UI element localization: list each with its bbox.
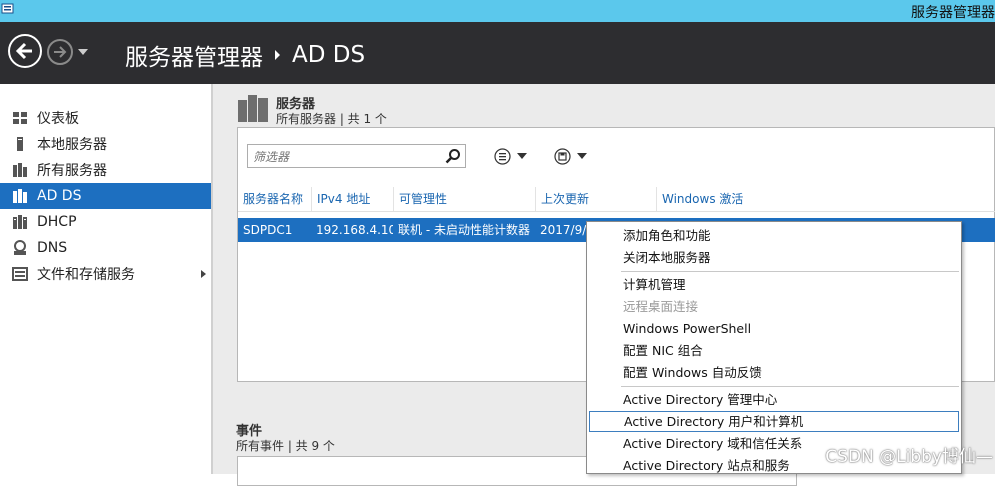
breadcrumb: 服务器管理器 AD DS bbox=[125, 38, 365, 72]
search-icon[interactable] bbox=[445, 148, 461, 164]
chevron-down-icon bbox=[517, 153, 527, 159]
chevron-down-icon bbox=[577, 153, 587, 159]
sidebar-item-all-servers[interactable]: 所有服务器 bbox=[0, 157, 211, 183]
events-section-subtitle: 所有事件 | 共 9 个 bbox=[236, 439, 335, 453]
sidebar-item-dashboard[interactable]: 仪表板 bbox=[0, 105, 211, 131]
filter-input[interactable] bbox=[248, 145, 445, 169]
dns-icon bbox=[14, 240, 26, 255]
cell-server-name: SDPDC1 bbox=[243, 223, 293, 237]
menu-item-ad-admin-center[interactable]: Active Directory 管理中心 bbox=[589, 389, 959, 410]
forward-button[interactable] bbox=[47, 39, 73, 65]
sidebar-item-ad-ds[interactable]: AD DS bbox=[0, 183, 211, 209]
menu-item-shutdown-local-server[interactable]: 关闭本地服务器 bbox=[589, 247, 959, 268]
breadcrumb-current: AD DS bbox=[292, 42, 366, 68]
file-storage-icon bbox=[12, 267, 28, 281]
back-button[interactable] bbox=[8, 34, 42, 68]
menu-separator bbox=[621, 386, 959, 387]
sidebar: 仪表板 本地服务器 所有服务器 AD DS DHCP DNS 文件和存储服务 bbox=[0, 84, 213, 474]
window-title: 服务器管理器 bbox=[911, 5, 995, 21]
sidebar-item-label: 仪表板 bbox=[37, 111, 79, 127]
sidebar-item-dhcp[interactable]: DHCP bbox=[0, 209, 211, 235]
sidebar-item-label: 所有服务器 bbox=[37, 163, 107, 179]
column-header-server-name[interactable]: 服务器名称 bbox=[238, 187, 311, 211]
sidebar-item-label: AD DS bbox=[37, 188, 82, 204]
breadcrumb-root[interactable]: 服务器管理器 bbox=[125, 38, 263, 72]
sidebar-item-label: 本地服务器 bbox=[37, 137, 107, 153]
sidebar-item-label: 文件和存储服务 bbox=[37, 267, 135, 283]
save-query-button[interactable] bbox=[554, 146, 588, 166]
sidebar-item-file-storage[interactable]: 文件和存储服务 bbox=[0, 261, 211, 287]
table-header: 服务器名称 IPv4 地址 可管理性 上次更新 Windows 激活 bbox=[238, 187, 995, 212]
menu-item-remote-desktop: 远程桌面连接 bbox=[623, 299, 699, 314]
expand-arrow-icon[interactable] bbox=[201, 270, 206, 278]
breadcrumb-separator-icon bbox=[275, 50, 280, 60]
context-menu: 添加角色和功能 关闭本地服务器 计算机管理 远程桌面连接 Windows Pow… bbox=[586, 221, 962, 474]
all-servers-icon bbox=[13, 163, 27, 177]
list-options-button[interactable] bbox=[494, 146, 528, 166]
menu-item-powershell[interactable]: Windows PowerShell bbox=[589, 318, 959, 339]
history-dropdown-icon[interactable] bbox=[78, 49, 88, 55]
arrow-right-icon bbox=[54, 46, 67, 58]
cell-ipv4: 192.168.4.10 bbox=[316, 223, 393, 237]
menu-item-add-roles[interactable]: 添加角色和功能 bbox=[589, 225, 959, 246]
sidebar-item-local-server[interactable]: 本地服务器 bbox=[0, 131, 211, 157]
column-header-last-update[interactable]: 上次更新 bbox=[535, 187, 656, 211]
server-manager-app-icon bbox=[1, 3, 14, 14]
menu-item-computer-management[interactable]: 计算机管理 bbox=[589, 274, 959, 295]
cell-manageability: 联机 - 未启动性能计数器 bbox=[398, 223, 530, 237]
arrow-left-icon bbox=[15, 42, 32, 60]
save-query-icon bbox=[554, 147, 571, 165]
dashboard-icon bbox=[13, 112, 27, 124]
column-header-ipv4[interactable]: IPv4 地址 bbox=[311, 187, 393, 211]
header-bar: 服务器管理器 AD DS bbox=[0, 22, 995, 84]
servers-section-subtitle: 所有服务器 | 共 1 个 bbox=[276, 112, 387, 126]
sidebar-item-dns[interactable]: DNS bbox=[0, 235, 211, 261]
watermark: CSDN @Libby博仙— bbox=[825, 447, 993, 467]
list-options-icon bbox=[494, 147, 511, 165]
menu-item-windows-feedback[interactable]: 配置 Windows 自动反馈 bbox=[589, 362, 959, 383]
window-titlebar: 服务器管理器 bbox=[0, 0, 995, 22]
sidebar-item-label: DNS bbox=[37, 240, 68, 256]
servers-section-icon bbox=[238, 95, 268, 122]
menu-item-nic-teaming[interactable]: 配置 NIC 组合 bbox=[589, 340, 959, 361]
menu-item-ad-users-computers[interactable]: Active Directory 用户和计算机 bbox=[589, 411, 959, 432]
column-header-windows-activation[interactable]: Windows 激活 bbox=[656, 187, 995, 211]
sidebar-item-label: DHCP bbox=[37, 214, 77, 230]
dhcp-icon bbox=[13, 215, 27, 229]
filter-box bbox=[247, 144, 466, 169]
ad-ds-icon bbox=[13, 189, 27, 203]
local-server-icon bbox=[17, 137, 23, 151]
menu-separator bbox=[621, 271, 959, 272]
column-header-manageability[interactable]: 可管理性 bbox=[393, 187, 535, 211]
